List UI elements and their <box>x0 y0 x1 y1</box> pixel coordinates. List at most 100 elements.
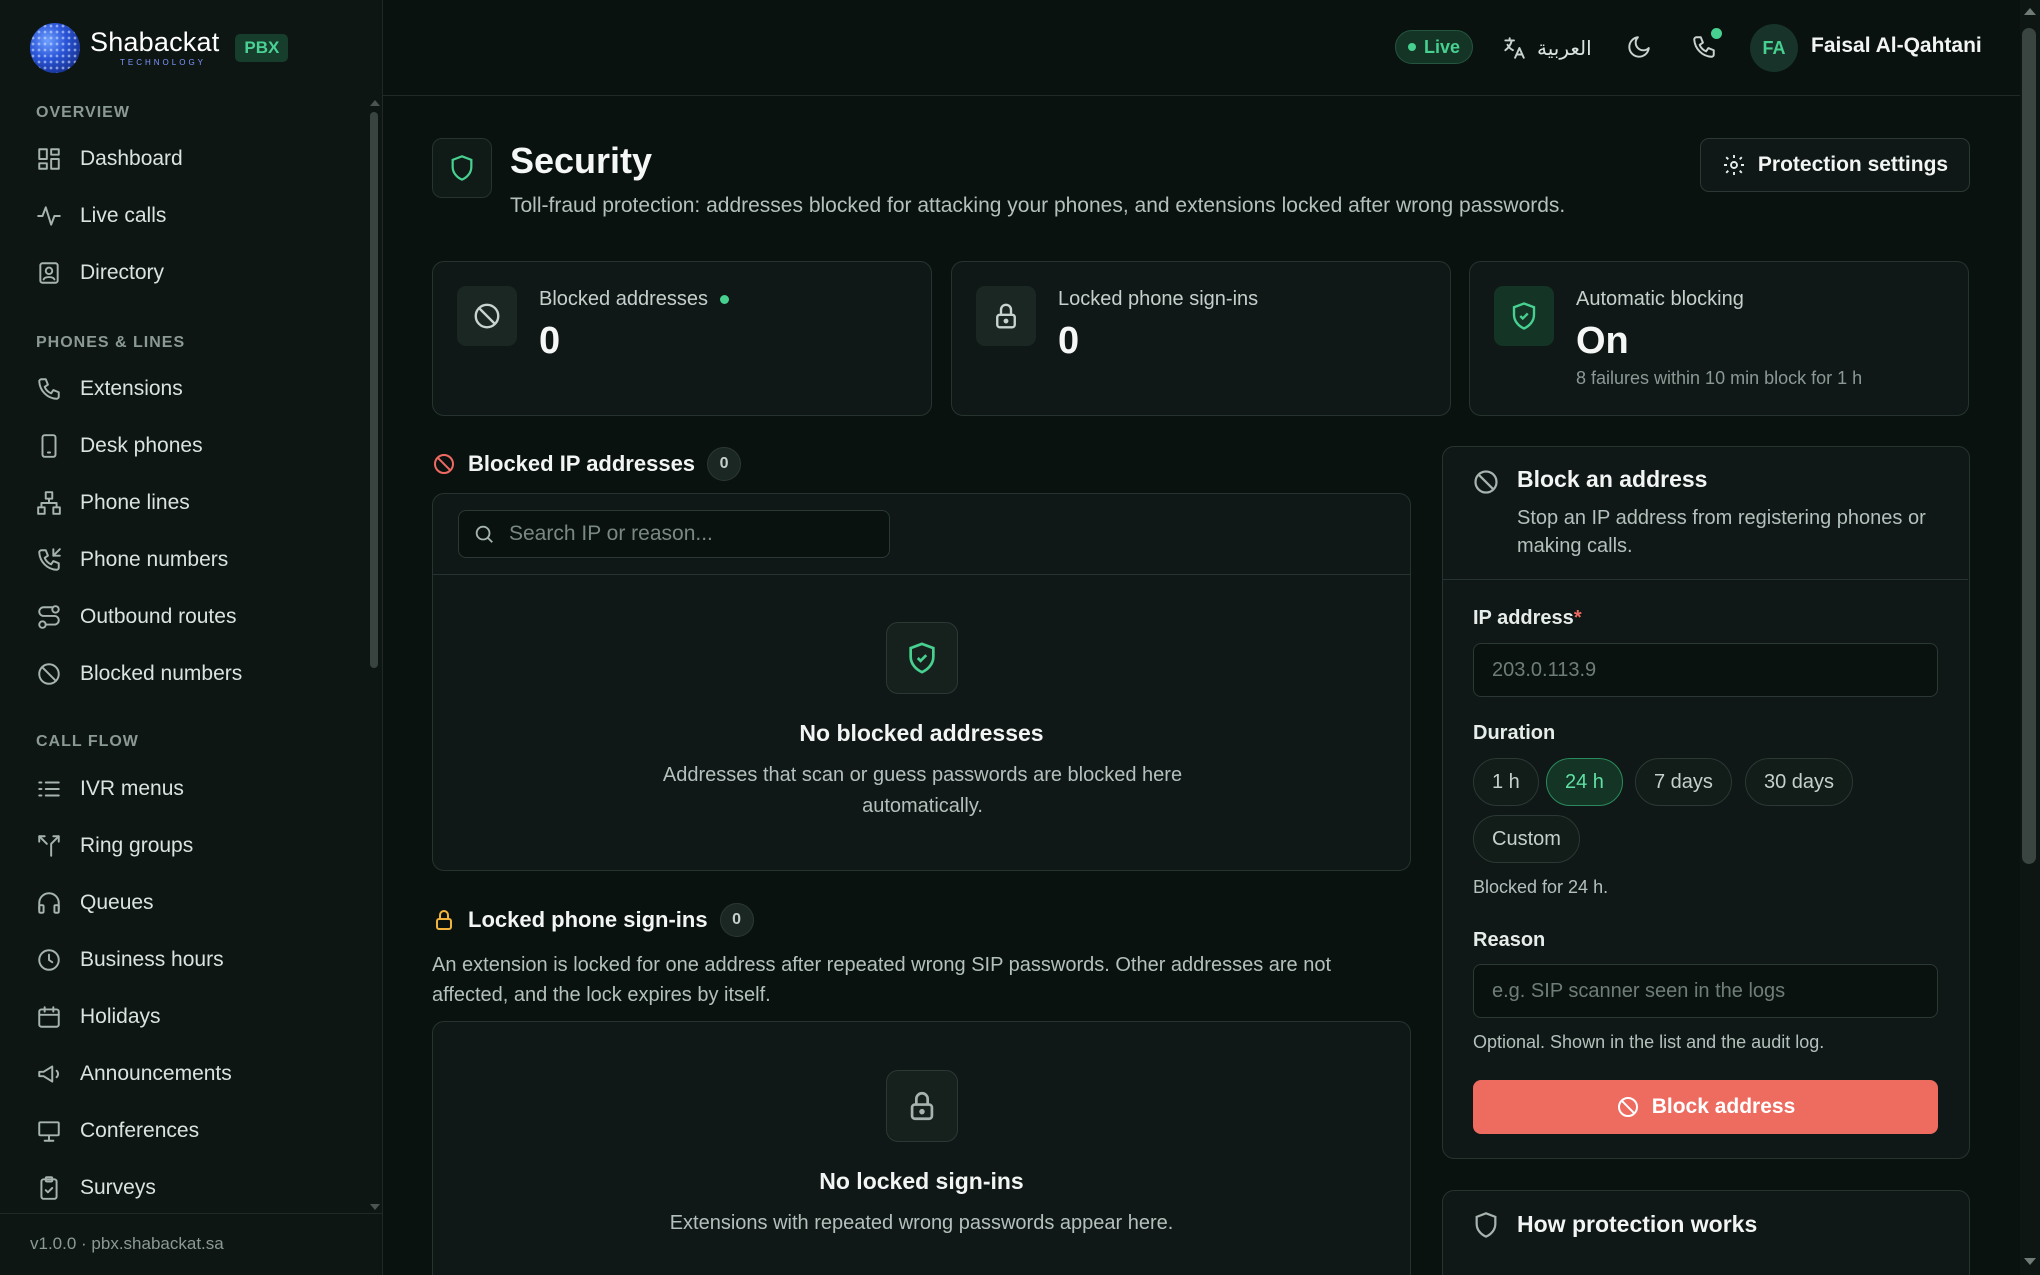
sidebar-item-conferences[interactable]: Conferences <box>36 1118 199 1144</box>
sidebar-item-ivr-menus[interactable]: IVR menus <box>36 776 184 802</box>
stat-card-auto-blocking: Automatic blocking On 8 failures within … <box>1469 261 1969 416</box>
calendar-icon <box>38 1006 60 1028</box>
brand-globe-logo <box>30 23 80 73</box>
ip-address-field[interactable] <box>1473 643 1938 697</box>
sidebar-item-directory[interactable]: Directory <box>36 260 164 286</box>
clipboard-check-icon <box>40 1176 58 1200</box>
stat-label: Locked phone sign-ins <box>1058 288 1259 310</box>
language-switch-button[interactable]: العربية <box>1501 30 1592 66</box>
sidebar-item-label: Live calls <box>80 204 167 227</box>
stat-value: 0 <box>1058 320 1080 362</box>
nav-scroll-area: OVERVIEW Dashboard Live calls Directory … <box>0 96 383 1213</box>
card-divider <box>1443 579 1968 580</box>
duration-chip-1h[interactable]: 1 h <box>1473 758 1539 806</box>
search-field[interactable] <box>458 510 890 558</box>
main-scrollbar-thumb[interactable] <box>2022 28 2036 864</box>
lock-icon <box>976 286 1036 346</box>
locked-signins-heading: Locked phone sign-ins 0 <box>432 903 754 937</box>
lock-icon <box>436 910 452 930</box>
sidebar-item-label: Outbound routes <box>80 605 237 628</box>
sidebar-item-phone-numbers[interactable]: Phone numbers <box>36 547 228 573</box>
brand-name: Shabackat <box>90 27 220 57</box>
blocked-ips-title: Blocked IP addresses <box>468 451 696 476</box>
reason-label: Reason <box>1473 929 1546 951</box>
sidebar-item-business-hours[interactable]: Business hours <box>36 947 224 973</box>
sidebar-item-label: Directory <box>80 261 165 284</box>
duration-chip-7days[interactable]: 7 days <box>1635 758 1732 806</box>
sidebar-scroll-down[interactable] <box>370 1204 380 1210</box>
locked-signins-title: Locked phone sign-ins <box>468 907 708 932</box>
sidebar-item-surveys[interactable]: Surveys <box>36 1175 156 1201</box>
presentation-icon <box>38 1121 60 1142</box>
sidebar-item-label: Surveys <box>80 1176 156 1199</box>
avatar[interactable]: FA <box>1750 24 1798 72</box>
sidebar-item-label: Desk phones <box>80 434 203 457</box>
menu-list-icon <box>38 781 60 797</box>
sidebar-footer: v1.0.0 · pbx.shabackat.sa <box>0 1213 383 1275</box>
protection-settings-label: Protection settings <box>1757 153 1949 176</box>
reason-field[interactable] <box>1473 964 1938 1018</box>
sidebar-item-label: Blocked numbers <box>80 662 243 685</box>
headset-icon <box>38 892 60 914</box>
sidebar-item-announcements[interactable]: Announcements <box>36 1061 232 1087</box>
sidebar-item-dashboard[interactable]: Dashboard <box>36 146 183 172</box>
duration-label: Duration <box>1473 722 1556 744</box>
sidebar-item-holidays[interactable]: Holidays <box>36 1004 161 1030</box>
duration-chip-30days[interactable]: 30 days <box>1745 758 1854 806</box>
sidebar-item-ring-groups[interactable]: Ring groups <box>36 833 193 859</box>
sidebar-item-phone-lines[interactable]: Phone lines <box>36 490 190 516</box>
sidebar-item-label: IVR menus <box>80 777 184 800</box>
translate-icon <box>1504 37 1525 59</box>
sidebar-item-extensions[interactable]: Extensions <box>36 376 183 402</box>
shield-check-icon <box>886 622 958 694</box>
phone-icon <box>38 378 60 400</box>
sidebar-item-queues[interactable]: Queues <box>36 890 154 916</box>
blocked-ips-heading: Blocked IP addresses 0 <box>432 447 742 481</box>
stat-value: 0 <box>539 320 561 362</box>
reason-input[interactable] <box>1492 979 1912 1003</box>
ip-label-text: IP address <box>1473 607 1574 629</box>
stat-label: Blocked addresses <box>539 288 729 311</box>
shield-check-icon <box>1494 286 1554 346</box>
brand[interactable]: Shabackat TECHNOLOGY PBX <box>30 20 289 76</box>
contact-card-icon <box>39 262 59 284</box>
sidebar-item-outbound-routes[interactable]: Outbound routes <box>36 604 236 630</box>
main-scroll-up[interactable] <box>2024 8 2036 15</box>
split-icon <box>38 835 60 857</box>
brand-badge: PBX <box>235 34 289 62</box>
stat-note: 8 failures within 10 min block for 1 h <box>1576 368 1863 388</box>
duration-chip-custom[interactable]: Custom <box>1473 815 1580 863</box>
nav-section-phones-lines: PHONES & LINES <box>36 334 186 351</box>
softphone-button[interactable] <box>1691 28 1722 65</box>
sidebar-item-label: Announcements <box>80 1062 232 1085</box>
sidebar-item-blocked-numbers[interactable]: Blocked numbers <box>36 661 242 687</box>
clock-icon <box>38 949 60 971</box>
ip-address-input[interactable] <box>1492 658 1912 682</box>
sidebar-item-live-calls[interactable]: Live calls <box>36 203 166 229</box>
protection-settings-button[interactable]: Protection settings <box>1700 138 1970 192</box>
sidebar-item-label: Dashboard <box>80 147 183 170</box>
search-input[interactable] <box>509 522 869 546</box>
block-card-title: Block an address <box>1517 466 1708 492</box>
sidebar-scrollbar[interactable] <box>370 112 378 668</box>
gear-icon <box>1723 155 1744 175</box>
block-address-button[interactable]: Block address <box>1473 1080 1938 1134</box>
duration-chip-24h[interactable]: 24 h <box>1546 758 1623 806</box>
top-header: Live العربية FA Faisal Al-Qahtani <box>383 0 2020 96</box>
network-icon <box>37 491 61 515</box>
empty-state-text: Addresses that scan or guess passwords a… <box>662 764 1183 817</box>
sidebar-scroll-up[interactable] <box>370 100 380 106</box>
main-scroll-down[interactable] <box>2024 1258 2036 1265</box>
sidebar-item-desk-phones[interactable]: Desk phones <box>36 433 203 459</box>
stat-live-dot-icon <box>719 295 729 304</box>
sidebar-item-label: Business hours <box>80 948 224 971</box>
blocked-ips-count: 0 <box>707 447 742 481</box>
locked-description: An extension is locked for one address a… <box>432 954 1332 1006</box>
ban-icon <box>38 663 60 685</box>
user-name[interactable]: Faisal Al-Qahtani <box>1811 34 1982 58</box>
sidebar-item-label: Queues <box>80 891 154 914</box>
theme-toggle-button[interactable] <box>1626 34 1652 65</box>
nav-section-overview: OVERVIEW <box>36 104 130 121</box>
sidebar-item-label: Phone lines <box>80 491 190 514</box>
ban-icon <box>457 286 517 346</box>
